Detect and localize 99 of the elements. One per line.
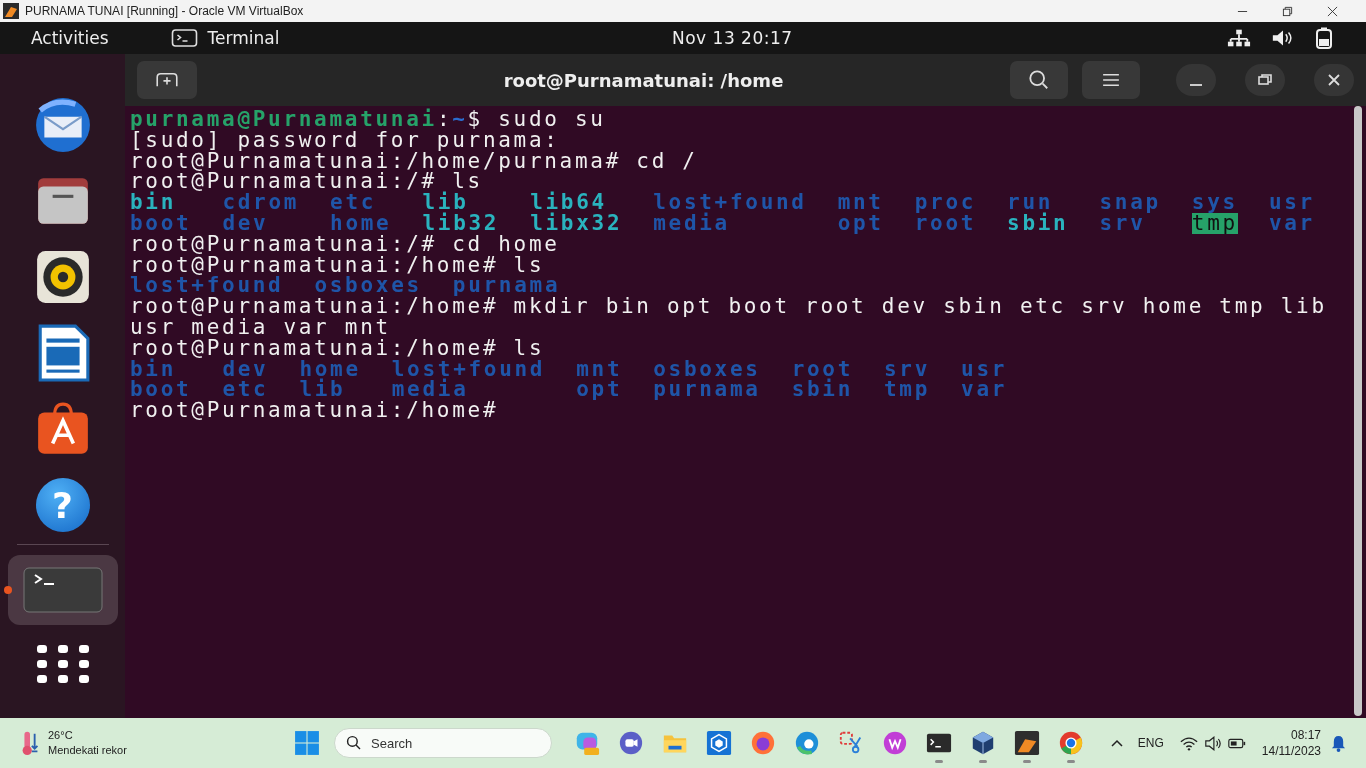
directory-entry: sbin	[791, 379, 854, 401]
cube-icon	[970, 730, 996, 756]
directory-entry: media	[653, 213, 731, 234]
clock[interactable]: Nov 13 20:17	[672, 28, 793, 48]
running-indicator	[935, 760, 943, 763]
volume-icon[interactable]	[1203, 735, 1222, 751]
directory-entry: dev	[222, 213, 270, 234]
directory-entry: tmp	[1191, 213, 1238, 234]
menu-button[interactable]	[1082, 61, 1140, 99]
weather-status: Mendekati rekor	[48, 743, 127, 758]
search-icon	[346, 735, 362, 751]
taskbar-date[interactable]: 14/11/2023	[1261, 743, 1321, 759]
terminal-icon	[170, 29, 198, 47]
directory-entry: run	[1007, 192, 1054, 213]
mail-app-icon	[33, 96, 92, 154]
close-button[interactable]	[1314, 64, 1354, 96]
directory-entry: opt	[576, 379, 623, 401]
directory-entry: lost+found	[130, 275, 284, 297]
directory-entry: lib	[422, 192, 469, 213]
search-button[interactable]	[1010, 61, 1068, 99]
terminal-line: [sudo] password for purnama:	[130, 129, 560, 151]
new-tab-button[interactable]	[137, 61, 197, 99]
battery-icon[interactable]	[1315, 27, 1333, 49]
terminal-line: root@Purnamatunai:/home#	[130, 400, 499, 421]
directory-entry: boot	[130, 213, 192, 234]
language-indicator[interactable]: ENG	[1137, 736, 1164, 750]
chevron-up-icon[interactable]	[1109, 738, 1124, 748]
terminal-title: root@Purnamatunai: /home	[502, 69, 785, 91]
terminal-line: root@Purnamatunai:/home/purnama# cd /	[130, 150, 698, 172]
directory-entry: mnt	[837, 192, 884, 213]
terminal-line: root@Purnamatunai:/home# mkdir bin opt boot root dev sbin etc srv home tmp lib	[130, 296, 1327, 317]
terminal-line: root@Purnamatunai:/home# ls	[130, 254, 545, 276]
directory-entry: lib64	[530, 192, 607, 213]
directory-entry: boot	[130, 379, 192, 401]
taskbar-time[interactable]: 08:17	[1290, 727, 1321, 743]
search-field[interactable]: Search	[334, 728, 552, 758]
directory-entry: dev	[222, 358, 269, 380]
directory-entry: usr	[1268, 192, 1315, 213]
directory-entry: root	[914, 213, 977, 234]
running-indicator	[979, 760, 987, 763]
directory-entry: bin	[130, 358, 177, 380]
directory-entry: etc	[330, 192, 377, 213]
temperature: 26°C	[48, 728, 74, 743]
directory-entry: lib	[299, 379, 346, 401]
directory-entry: proc	[914, 192, 977, 213]
directory-entry: etc	[222, 379, 269, 401]
restore-icon	[1258, 73, 1272, 87]
maximize-button[interactable]	[1245, 64, 1285, 96]
thermometer-icon	[20, 730, 40, 756]
directory-entry: srv	[1099, 213, 1146, 234]
wifi-icon[interactable]	[1179, 735, 1198, 751]
directory-entry: cdrom	[222, 192, 300, 213]
app-logo-icon	[3, 3, 19, 19]
terminal-launcher[interactable]	[7, 555, 118, 625]
search-icon	[1028, 69, 1050, 91]
close-icon	[1327, 73, 1341, 87]
network-icon[interactable]	[1227, 28, 1251, 48]
snip-icon	[838, 730, 864, 756]
new-tab-icon	[155, 72, 179, 88]
restore-icon[interactable]	[1282, 5, 1293, 17]
activities-button[interactable]: Activities	[31, 28, 109, 48]
directory-entry: snap	[1099, 192, 1161, 213]
help-icon: ?	[35, 478, 90, 532]
directory-entry: opt	[837, 213, 884, 234]
directory-entry: osboxes	[653, 358, 761, 380]
directory-entry: tmp	[884, 379, 931, 401]
windows-start-icon[interactable]	[294, 730, 320, 756]
notification-bell-icon[interactable]	[1331, 734, 1346, 752]
directory-entry: var	[1268, 213, 1315, 234]
directory-entry: purnama	[653, 379, 761, 401]
directory-entry: mnt	[576, 358, 623, 380]
directory-entry: osboxes	[314, 275, 422, 297]
directory-entry: lost+found	[653, 192, 807, 213]
directory-entry: libx32	[530, 213, 623, 234]
app-menu[interactable]: Terminal	[207, 28, 280, 48]
close-icon[interactable]	[1327, 5, 1338, 17]
running-indicator	[1067, 760, 1075, 763]
directory-entry: sys	[1191, 192, 1238, 213]
directory-entry: purnama	[452, 275, 561, 297]
directory-entry: bin	[130, 192, 177, 213]
directory-entry: var	[961, 379, 1008, 401]
minimize-icon	[1189, 84, 1203, 86]
directory-entry: sbin	[1007, 213, 1069, 234]
chat-icon	[618, 730, 644, 756]
directory-entry: srv	[884, 358, 931, 380]
window-title: PURNAMA TUNAI [Running] - Oracle VM VirtualBox	[25, 4, 305, 18]
menu-icon	[1102, 73, 1120, 87]
terminal-line: usr media var mnt	[130, 316, 391, 338]
directory-entry: media	[391, 379, 469, 401]
directory-entry: lib32	[422, 213, 500, 234]
terminal-line: root@Purnamatunai:/# cd home	[130, 233, 560, 255]
directory-entry: usr	[961, 358, 1008, 380]
running-indicator	[1023, 760, 1031, 763]
scrollbar[interactable]	[1354, 106, 1362, 716]
directory-entry: home	[330, 213, 392, 234]
running-indicator	[3, 586, 12, 594]
terminal-line: purnama@Purnamatunai:~$ sudo su	[130, 109, 606, 130]
app-grid-icon[interactable]	[36, 645, 89, 683]
terminal-line: root@Purnamatunai:/home# ls	[130, 337, 545, 359]
